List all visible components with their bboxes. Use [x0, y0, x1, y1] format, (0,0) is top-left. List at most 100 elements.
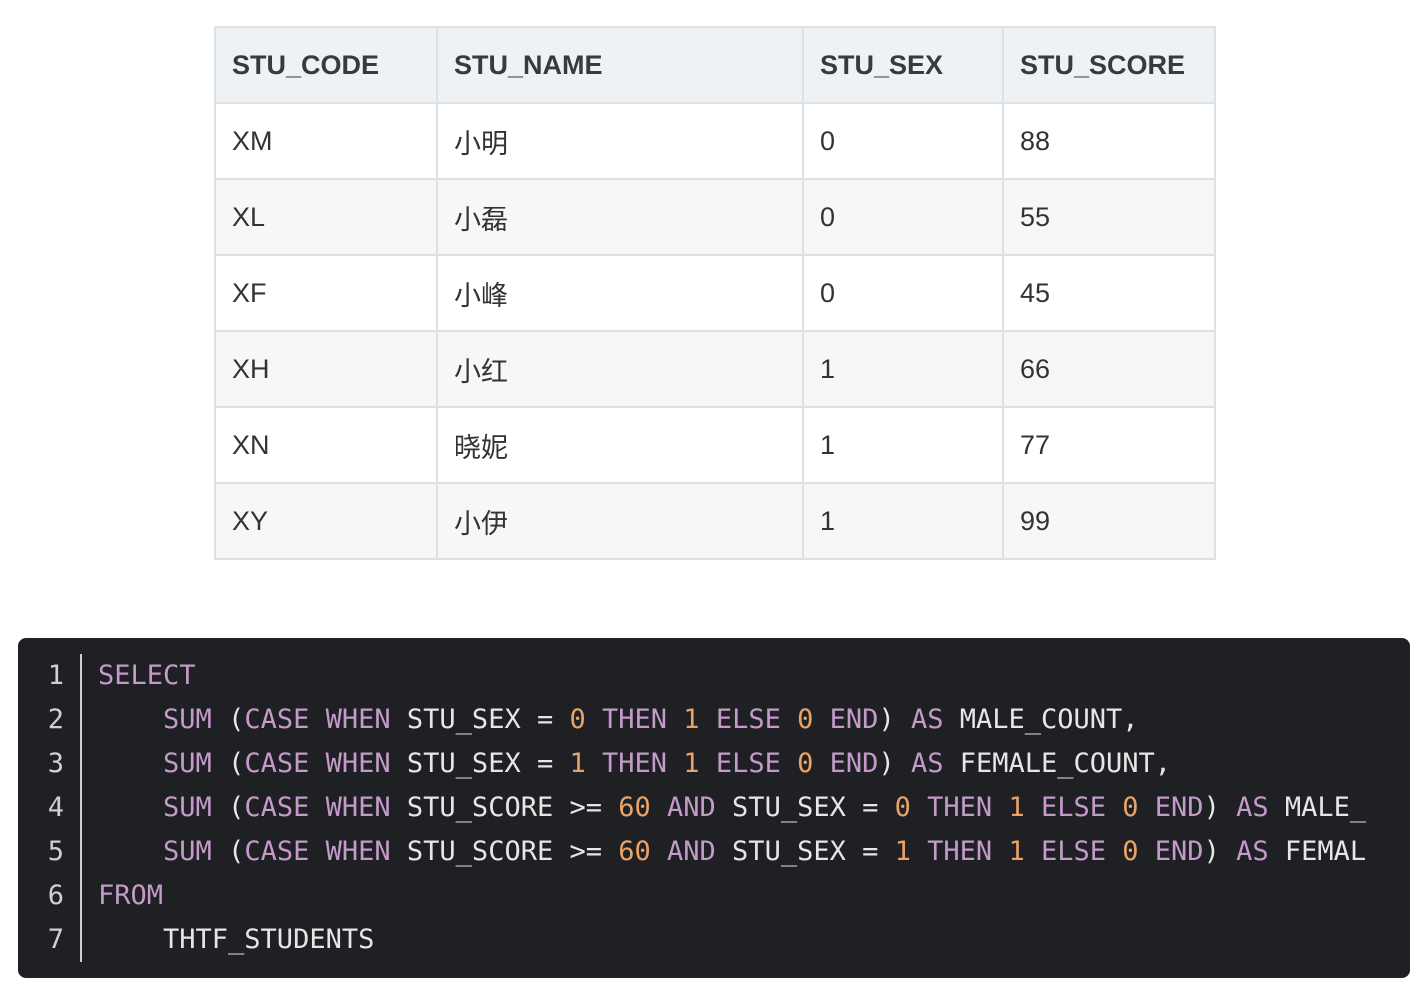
code-token-number: 1 — [569, 748, 586, 779]
table-row: XH 小红 1 66 — [214, 330, 1216, 408]
code-token-keyword: AS — [910, 704, 944, 735]
line-number: 6 — [47, 880, 64, 911]
code-token-number: 0 — [797, 748, 814, 779]
code-token-number: 0 — [797, 704, 814, 735]
cell-stu-name: 晓妮 — [436, 406, 804, 484]
code-token-keyword: SELECT — [98, 660, 196, 691]
code-token-identifier: STU_SEX = — [390, 704, 570, 735]
table-row: XF 小峰 0 45 — [214, 254, 1216, 332]
header-stu-score: STU_SCORE — [1002, 26, 1216, 104]
cell-stu-code: XY — [214, 482, 438, 560]
code-token-identifier: STU_SEX = — [715, 836, 895, 867]
sql-code-block[interactable]: 1 2 3 4 5 6 7 SELECT SUM (CASE WHEN STU_SEX = … — [18, 638, 1410, 978]
code-token-identifier: FEMAL — [1268, 836, 1367, 867]
cell-stu-score: 77 — [1002, 406, 1216, 484]
cell-stu-score: 88 — [1002, 102, 1216, 180]
line-number: 7 — [47, 924, 64, 955]
code-token-identifier — [911, 836, 927, 867]
code-token-number: 60 — [618, 792, 651, 823]
code-token-keyword: ELSE — [1040, 792, 1106, 823]
cell-stu-name: 小峰 — [436, 254, 804, 332]
code-token-keyword: AS — [1236, 836, 1269, 867]
line-number: 3 — [47, 748, 64, 779]
code-token-identifier — [98, 748, 163, 779]
code-token-identifier: FEMALE_COUNT, — [943, 748, 1172, 779]
cell-stu-name: 小明 — [436, 102, 804, 180]
code-token-identifier — [781, 748, 797, 779]
code-token-keyword: AND — [667, 792, 716, 823]
table-row: XL 小磊 0 55 — [214, 178, 1216, 256]
cell-stu-name: 小伊 — [436, 482, 804, 560]
cell-stu-sex: 1 — [802, 482, 1004, 560]
header-stu-sex: STU_SEX — [802, 26, 1004, 104]
cell-stu-sex: 0 — [802, 178, 1004, 256]
code-token-identifier: MALE_ — [1268, 792, 1367, 823]
code-token-keyword: THEN — [927, 836, 993, 867]
code-token-identifier — [586, 748, 602, 779]
code-content[interactable]: SELECT SUM (CASE WHEN STU_SEX = 0 THEN 1… — [98, 654, 1410, 962]
header-stu-code: STU_CODE — [214, 26, 438, 104]
code-token-identifier — [1139, 836, 1155, 867]
code-token-identifier — [309, 748, 325, 779]
code-token-keyword: WHEN — [325, 704, 391, 735]
code-token-keyword: END — [829, 704, 879, 735]
code-token-identifier: STU_SCORE >= — [390, 836, 619, 867]
code-token-keyword: FROM — [98, 880, 164, 911]
code-token-number: 0 — [894, 792, 911, 823]
code-line: SELECT — [98, 654, 1410, 698]
code-token-identifier — [992, 836, 1008, 867]
cell-stu-sex: 1 — [802, 330, 1004, 408]
code-token-keyword: THEN — [602, 704, 668, 735]
code-token-identifier — [781, 704, 797, 735]
cell-stu-code: XH — [214, 330, 438, 408]
code-token-keyword: AND — [667, 836, 716, 867]
code-token-identifier: STU_SEX = — [390, 748, 570, 779]
code-token-identifier — [700, 704, 716, 735]
code-token-keyword: END — [829, 748, 879, 779]
code-token-number: 1 — [683, 704, 700, 735]
code-line: SUM (CASE WHEN STU_SCORE >= 60 AND STU_S… — [98, 786, 1410, 830]
code-token-identifier: ) — [878, 704, 911, 735]
code-token-identifier — [1106, 792, 1122, 823]
cell-stu-score: 55 — [1002, 178, 1216, 256]
code-token-keyword: SUM — [163, 748, 212, 779]
code-token-keyword: CASE — [244, 748, 310, 779]
code-token-keyword: ELSE — [715, 704, 781, 735]
code-token-keyword: WHEN — [325, 836, 391, 867]
table-header: STU_CODE STU_NAME STU_SEX STU_SCORE — [214, 26, 1216, 104]
code-token-keyword: WHEN — [325, 748, 391, 779]
code-token-keyword: CASE — [244, 704, 310, 735]
code-line: FROM — [98, 874, 1410, 918]
code-token-keyword: AS — [1236, 792, 1269, 823]
code-token-identifier: STU_SEX = — [715, 792, 895, 823]
code-token-identifier: ( — [211, 792, 245, 823]
code-token-keyword: SUM — [163, 836, 212, 867]
table-row: XM 小明 0 88 — [214, 102, 1216, 180]
code-token-identifier — [700, 748, 716, 779]
code-token-number: 1 — [683, 748, 700, 779]
cell-stu-name: 小红 — [436, 330, 804, 408]
code-token-keyword: AS — [910, 748, 944, 779]
code-token-identifier — [667, 748, 683, 779]
table-header-row: STU_CODE STU_NAME STU_SEX STU_SCORE — [214, 26, 1216, 104]
cell-stu-name: 小磊 — [436, 178, 804, 256]
table-row: XY 小伊 1 99 — [214, 482, 1216, 560]
code-token-keyword: THEN — [927, 792, 993, 823]
line-number-gutter: 1 2 3 4 5 6 7 — [18, 654, 82, 962]
code-token-keyword: CASE — [244, 836, 310, 867]
code-token-keyword: THEN — [602, 748, 668, 779]
cell-stu-score: 45 — [1002, 254, 1216, 332]
students-table: STU_CODE STU_NAME STU_SEX STU_SCORE XM 小… — [214, 26, 1216, 560]
line-number: 5 — [47, 836, 64, 867]
cell-stu-code: XN — [214, 406, 438, 484]
code-token-identifier: ) — [878, 748, 911, 779]
code-token-number: 1 — [1008, 792, 1025, 823]
code-token-keyword: END — [1154, 836, 1204, 867]
code-token-identifier — [98, 704, 163, 735]
cell-stu-sex: 0 — [802, 254, 1004, 332]
code-token-identifier — [98, 792, 163, 823]
code-token-keyword: END — [1154, 792, 1204, 823]
code-token-identifier — [309, 792, 325, 823]
code-token-identifier: ( — [211, 748, 245, 779]
cell-stu-code: XM — [214, 102, 438, 180]
